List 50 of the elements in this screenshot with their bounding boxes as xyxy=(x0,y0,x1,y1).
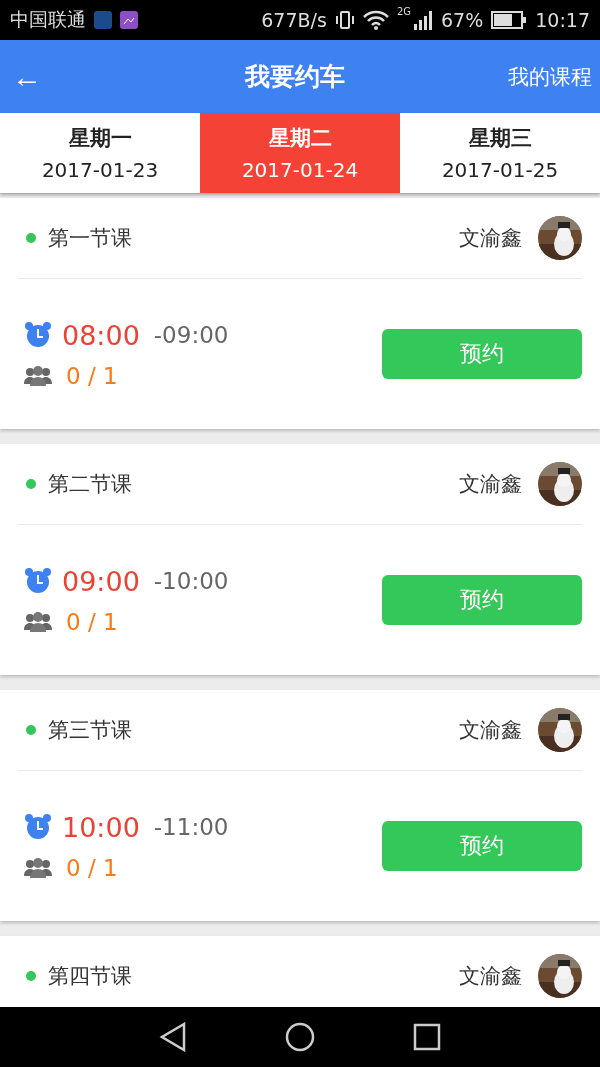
day-tab[interactable]: 星期三 2017-01-25 xyxy=(400,113,600,193)
network-speed: 677B/s xyxy=(261,9,327,31)
end-time: -09:00 xyxy=(153,322,229,348)
battery-percent: 67% xyxy=(441,9,484,31)
lesson-title: 第四节课 xyxy=(48,963,133,990)
book-button[interactable]: 预约 xyxy=(382,821,582,871)
booking-count: 0 / 1 xyxy=(66,362,118,389)
booking-count: 0 / 1 xyxy=(66,608,118,635)
book-button[interactable]: 预约 xyxy=(382,329,582,379)
people-icon xyxy=(24,365,52,386)
vibrate-icon xyxy=(334,10,355,30)
network-type: 2G xyxy=(396,6,411,17)
start-time: 10:00 xyxy=(62,811,140,843)
status-dot xyxy=(26,233,36,243)
day-tab[interactable]: 星期二 2017-01-24 xyxy=(200,113,400,193)
booking-count: 0 / 1 xyxy=(66,854,118,881)
alarm-clock-icon xyxy=(24,567,52,595)
back-button[interactable]: ← xyxy=(12,59,42,94)
start-time: 09:00 xyxy=(62,565,140,597)
status-dot xyxy=(26,971,36,981)
teacher-name: 文渝鑫 xyxy=(459,471,522,498)
alarm-clock-icon xyxy=(24,321,52,349)
back-nav-icon[interactable] xyxy=(159,1022,187,1052)
start-time: 08:00 xyxy=(62,319,140,351)
home-nav-icon[interactable] xyxy=(285,1022,315,1052)
people-icon xyxy=(24,611,52,632)
page-title: 我要约车 xyxy=(245,61,345,93)
app-icon xyxy=(94,11,112,29)
teacher-name: 文渝鑫 xyxy=(459,717,522,744)
end-time: -11:00 xyxy=(153,814,229,840)
wifi-icon xyxy=(362,10,389,30)
my-courses-link[interactable]: 我的课程 xyxy=(508,62,592,91)
carrier-name: 中国联通 xyxy=(10,7,86,32)
alarm-clock-icon xyxy=(24,813,52,841)
signal-icon xyxy=(413,10,433,30)
book-button[interactable]: 预约 xyxy=(382,575,582,625)
people-icon xyxy=(24,857,52,878)
recents-nav-icon[interactable] xyxy=(413,1023,441,1051)
status-dot xyxy=(26,479,36,489)
lesson-title: 第三节课 xyxy=(48,717,133,744)
battery-icon xyxy=(491,11,528,29)
day-tab[interactable]: 星期一 2017-01-23 xyxy=(0,113,200,193)
clock-time: 10:17 xyxy=(535,9,590,31)
lesson-title: 第二节课 xyxy=(48,471,133,498)
teacher-name: 文渝鑫 xyxy=(459,225,522,252)
teacher-name: 文渝鑫 xyxy=(459,963,522,990)
gallery-icon xyxy=(120,11,138,29)
status-dot xyxy=(26,725,36,735)
lesson-title: 第一节课 xyxy=(48,225,133,252)
end-time: -10:00 xyxy=(153,568,229,594)
